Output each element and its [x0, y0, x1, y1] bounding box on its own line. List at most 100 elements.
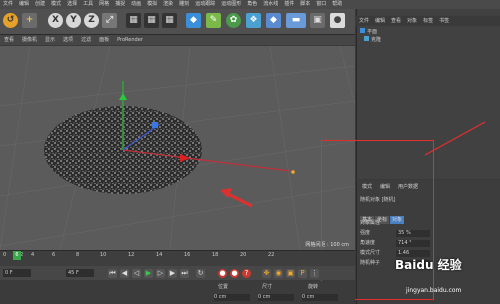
- timeline[interactable]: 0 2 4 6 6 8 10 12 14 16 18 20 22: [0, 250, 355, 266]
- tick-label: 20: [240, 252, 247, 258]
- coordinate-system-icon[interactable]: ⤢: [102, 13, 117, 28]
- prev-frame-icon[interactable]: ◁: [132, 269, 141, 278]
- move-key-icon[interactable]: ✥: [262, 269, 271, 278]
- prev-key-icon[interactable]: ◀: [120, 269, 129, 278]
- menu-item[interactable]: 脚本: [300, 0, 310, 9]
- axis-y-button[interactable]: Y: [66, 13, 81, 28]
- param-key-icon[interactable]: P: [298, 269, 307, 278]
- menu-item[interactable]: 窗口: [316, 0, 326, 9]
- viewport-menu: 查看 摄像机 显示 选项 过滤 面板 ProRender: [0, 35, 355, 45]
- current-frame-marker[interactable]: 6: [13, 251, 21, 260]
- go-start-icon[interactable]: ⏮: [108, 269, 117, 278]
- tab-bookmark[interactable]: 书签: [439, 16, 449, 26]
- render-picture-icon[interactable]: ▦: [144, 13, 159, 28]
- menu-item[interactable]: 捕捉: [115, 0, 125, 9]
- camera-icon[interactable]: ▣: [310, 13, 325, 28]
- viewport-menu-item[interactable]: 摄像机: [22, 35, 37, 45]
- size-field[interactable]: 0 cm: [258, 294, 294, 301]
- menu-item[interactable]: 创建: [35, 0, 45, 9]
- pen-icon[interactable]: ✎: [206, 13, 221, 28]
- menu-item[interactable]: 插件: [284, 0, 294, 9]
- viewport-menu-item[interactable]: ProRender: [117, 35, 143, 45]
- menu-item[interactable]: 编辑: [19, 0, 29, 9]
- cube-icon[interactable]: ◆: [186, 13, 201, 28]
- deformer-icon[interactable]: ◆: [266, 13, 281, 28]
- coord-header: 旋转: [308, 284, 319, 290]
- start-frame-field[interactable]: 0 F: [3, 269, 31, 277]
- scene-icon[interactable]: ▬: [286, 13, 306, 28]
- viewport-menu-item[interactable]: 过滤: [81, 35, 91, 45]
- tick-label: 14: [156, 252, 163, 258]
- tick-label: 12: [128, 252, 135, 258]
- tick-label: 8: [76, 252, 80, 258]
- rotation-field[interactable]: 0 cm: [302, 294, 338, 301]
- grid-key-icon[interactable]: ⋮: [310, 269, 319, 278]
- object-label: 平面: [367, 29, 378, 35]
- menu-item[interactable]: 动画: [131, 0, 141, 9]
- tick-label: 22: [268, 252, 275, 258]
- viewport-menu-item[interactable]: 面板: [99, 35, 109, 45]
- cloner-icon: [364, 36, 369, 41]
- next-frame-icon[interactable]: ▷: [156, 269, 165, 278]
- autokey-icon[interactable]: ●: [230, 269, 239, 278]
- main-toolbar: ↺ + X Y Z ⤢ ▦ ▦ ▦ ◆ ✎ ✿ ❖ ◆ ▬ ▣ ●: [0, 9, 355, 35]
- scale-key-icon[interactable]: ▣: [286, 269, 295, 278]
- annotation-line: [424, 121, 486, 156]
- render-settings-icon[interactable]: ▦: [162, 13, 177, 28]
- tick-label: 4: [31, 252, 35, 258]
- menu-item[interactable]: 选择: [67, 0, 77, 9]
- menu-item[interactable]: 流水线: [263, 0, 278, 9]
- array-icon[interactable]: ❖: [246, 13, 261, 28]
- viewport-canvas: [0, 46, 355, 250]
- menu-item[interactable]: 网格: [99, 0, 109, 9]
- axis-end-point: [291, 170, 295, 174]
- axis-x-button[interactable]: X: [48, 13, 63, 28]
- end-frame-field[interactable]: 45 F: [66, 269, 94, 277]
- tab-tag[interactable]: 标签: [423, 16, 433, 26]
- menu-item[interactable]: 运动跟踪: [195, 0, 215, 9]
- menu-item[interactable]: 渲染: [163, 0, 173, 9]
- loop-icon[interactable]: ↻: [196, 269, 205, 278]
- menu-item[interactable]: 文件: [3, 0, 13, 9]
- menu-item[interactable]: 雕刻: [179, 0, 189, 9]
- play-icon[interactable]: ▶: [144, 269, 153, 278]
- rotate-key-icon[interactable]: ◉: [274, 269, 283, 278]
- tab-view[interactable]: 查看: [391, 16, 401, 26]
- viewport-menu-item[interactable]: 查看: [4, 35, 14, 45]
- undo-icon[interactable]: ↺: [3, 13, 18, 28]
- light-icon[interactable]: ●: [330, 13, 345, 28]
- axis-z-button[interactable]: Z: [84, 13, 99, 28]
- object-label: 克隆: [371, 37, 382, 43]
- menu-item[interactable]: 模拟: [147, 0, 157, 9]
- 3d-viewport[interactable]: 网格间距 : 100 cm: [0, 46, 355, 250]
- tab-edit[interactable]: 编辑: [375, 16, 385, 26]
- keyframe-icon[interactable]: ?: [242, 269, 251, 278]
- menu-item[interactable]: 角色: [247, 0, 257, 9]
- menu-item[interactable]: 模式: [51, 0, 61, 9]
- render-view-icon[interactable]: ▦: [126, 13, 141, 28]
- subdivision-icon[interactable]: ✿: [226, 13, 241, 28]
- playback-controls: 0 F 45 F ⏮ ◀ ◁ ▶ ▷ ▶ ⏭ ↻ ● ● ? ✥ ◉ ▣ P ⋮: [0, 266, 355, 280]
- annotation-arrow: [227, 192, 253, 208]
- tab-file[interactable]: 文件: [359, 16, 369, 26]
- object-row[interactable]: 平面: [360, 28, 490, 36]
- record-icon[interactable]: ●: [218, 269, 227, 278]
- position-field[interactable]: 0 cm: [214, 294, 250, 301]
- menu-item[interactable]: 运动图形: [221, 0, 241, 9]
- coordinate-manager: 位置 尺寸 旋转 0 cm 0 cm 0 cm: [0, 281, 355, 304]
- menu-item[interactable]: 工具: [83, 0, 93, 9]
- coord-header: 尺寸: [262, 284, 273, 290]
- next-key-icon[interactable]: ▶: [168, 269, 177, 278]
- y-axis-handle[interactable]: [119, 93, 127, 100]
- move-icon[interactable]: +: [22, 13, 37, 28]
- go-end-icon[interactable]: ⏭: [180, 269, 189, 278]
- tick-label: 6: [52, 252, 56, 258]
- menu-item[interactable]: 帮助: [332, 0, 342, 9]
- viewport-menu-item[interactable]: 选项: [63, 35, 73, 45]
- z-axis-handle[interactable]: [152, 122, 158, 128]
- viewport-menu-item[interactable]: 显示: [45, 35, 55, 45]
- menu-bar: 文件 编辑 创建 模式 选择 工具 网格 捕捉 动画 模拟 渲染 雕刻 运动跟踪 运动图形 角色 流水线 插件脚…: [0, 0, 500, 9]
- baidu-watermark: Baidu 经验: [395, 258, 462, 272]
- object-row[interactable]: 克隆: [364, 36, 494, 44]
- tab-object[interactable]: 对象: [407, 16, 417, 26]
